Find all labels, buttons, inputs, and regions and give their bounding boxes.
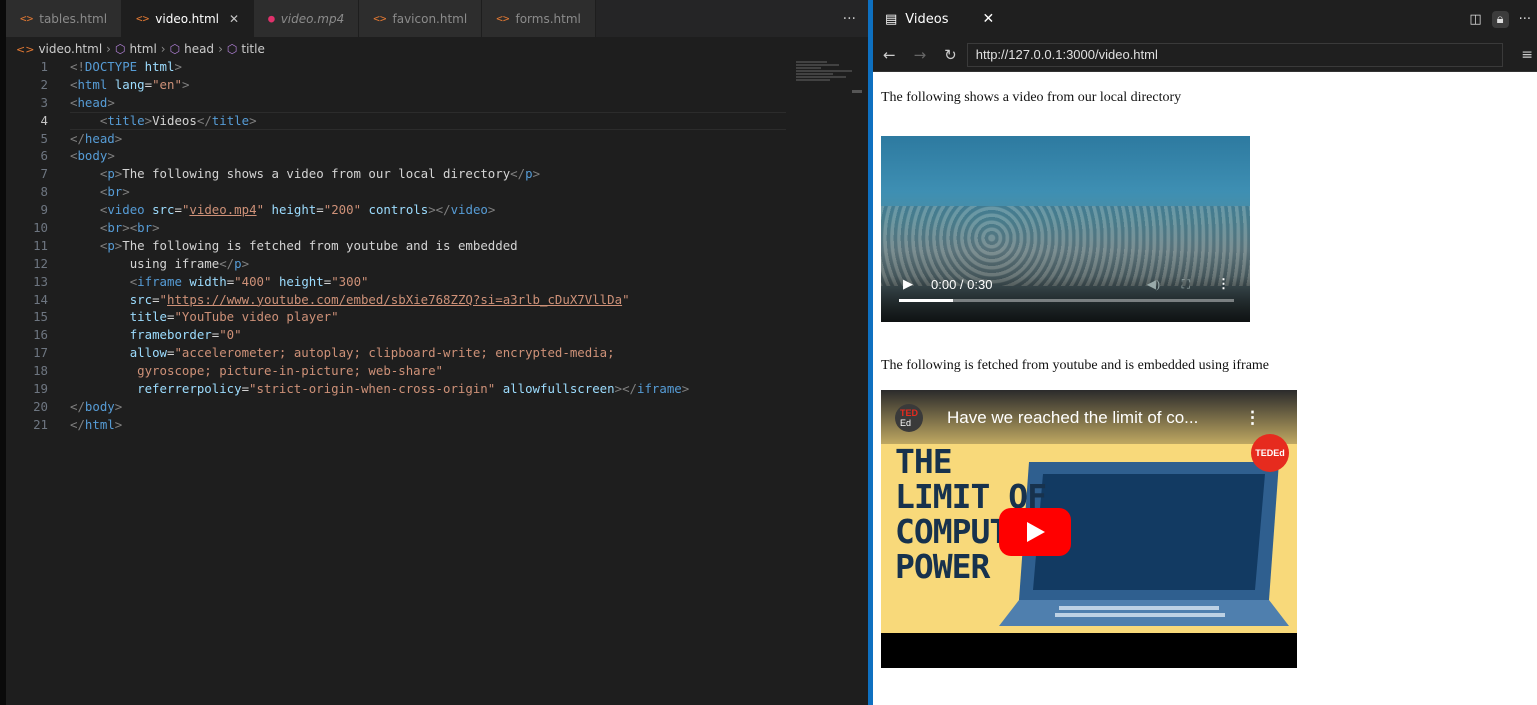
code-line: 13 <iframe width="400" height="300"	[33, 273, 369, 289]
more-options-icon[interactable]: ⋮	[1217, 276, 1230, 292]
video-frame	[881, 206, 1250, 286]
code-line: 18 gyroscope; picture-in-picture; web-sh…	[33, 363, 443, 379]
volume-icon[interactable]: ◀)	[1147, 277, 1160, 292]
breadcrumb-item[interactable]: title	[241, 42, 264, 56]
more-icon[interactable]: ···	[1519, 12, 1531, 27]
code-line: 10 <br><br>	[33, 220, 160, 236]
code-line: 20 </body>	[33, 398, 123, 414]
thumbnail-line: THE	[895, 442, 953, 481]
avatar-ted-text: TED	[900, 408, 918, 418]
tab-video-mp4[interactable]: ● video.mp4	[254, 0, 360, 37]
youtube-embed[interactable]: THE LIMIT OF COMPUTE POWER TED Ed Have we…	[881, 390, 1297, 668]
chevron-right-icon: ›	[106, 42, 111, 56]
element-icon: ⬡	[169, 42, 181, 56]
channel-avatar[interactable]: TED Ed	[895, 404, 923, 432]
code-line: 3 <head>	[40, 94, 115, 110]
chevron-right-icon: ›	[160, 42, 166, 56]
paragraph-youtube: The following is fetched from youtube an…	[881, 358, 1270, 373]
breadcrumb-item[interactable]: video.html	[38, 42, 102, 56]
tab-label: favicon.html	[392, 11, 468, 26]
channel-badge: TEDEd	[1251, 434, 1289, 472]
code-line: 21 </html>	[33, 416, 123, 432]
paragraph-local-video: The following shows a video from our loc…	[881, 90, 1182, 105]
code-line: 6 <body>	[40, 148, 115, 164]
breadcrumb-item[interactable]: html	[129, 42, 156, 56]
close-icon[interactable]: ✕	[983, 11, 995, 27]
youtube-video-title[interactable]: Have we reached the limit of co...	[947, 408, 1198, 428]
code-line: 12 using iframe</p>	[33, 255, 250, 271]
code-line: 15 title="YouTube video player"	[33, 309, 339, 325]
code-line: 11 <p>The following is fetched from yout…	[33, 237, 518, 253]
split-view-icon[interactable]: ◫	[1469, 12, 1481, 27]
reload-icon[interactable]: ↻	[944, 46, 957, 64]
page-content: The following shows a video from our loc…	[873, 72, 1537, 705]
element-icon: ⬡	[114, 42, 126, 56]
tab-video-html[interactable]: <> video.html ✕	[122, 0, 255, 37]
html-file-icon: <>	[496, 12, 510, 25]
tab-favicon-html[interactable]: <> favicon.html	[359, 0, 483, 37]
more-actions-button[interactable]: ···	[831, 0, 868, 37]
back-icon[interactable]: ←	[883, 46, 896, 64]
code-line: 8 <br>	[40, 184, 130, 200]
code-line: 7 <p>The following shows a video from ou…	[40, 166, 541, 182]
menu-icon[interactable]: ≡	[1521, 47, 1537, 63]
browser-nav-bar: ← → ↻ http://127.0.0.1:3000/video.html ≡	[873, 38, 1537, 72]
local-video-player[interactable]: ▶ 0:00 / 0:30 ◀) ⛶ ⋮	[881, 136, 1250, 322]
code-line: 1 <!DOCTYPE html>	[40, 59, 182, 74]
html-file-icon: <>	[373, 12, 387, 25]
browser-tab[interactable]: ▤ Videos ✕	[873, 0, 1007, 38]
browser-preview: ▤ Videos ✕ ◫ 🔒︎ ··· ← → ↻ http://127.0.0…	[873, 0, 1537, 705]
tab-tables-html[interactable]: <> tables.html	[6, 0, 123, 37]
browser-tab-title: Videos	[905, 11, 949, 27]
element-icon: ⬡	[226, 42, 238, 56]
video-time: 0:00 / 0:30	[931, 277, 993, 292]
code-editor[interactable]: <> tables.html <> video.html ✕ ● video.mp4 <…	[0, 0, 868, 705]
minimap[interactable]	[796, 60, 858, 90]
video-progress-fill	[899, 299, 953, 302]
avatar-ed-text: Ed	[900, 418, 912, 428]
more-options-icon[interactable]: ⋮	[1244, 408, 1261, 428]
scrollbar[interactable]	[852, 90, 862, 93]
code-line: 17 allow="accelerometer; autoplay; clipb…	[33, 345, 615, 361]
code-line: 19 referrerpolicy="strict-origin-when-cr…	[33, 381, 690, 397]
browser-tab-bar: ▤ Videos ✕ ◫ 🔒︎ ···	[873, 0, 1537, 38]
close-icon[interactable]: ✕	[229, 12, 239, 26]
tab-label: forms.html	[515, 11, 581, 26]
lock-icon[interactable]: 🔒︎	[1491, 10, 1509, 28]
code-line: 9 <video src="video.mp4" height="200" co…	[40, 202, 496, 218]
html-file-icon: <>	[136, 12, 150, 25]
url-field[interactable]: http://127.0.0.1:3000/video.html	[966, 42, 1504, 67]
forward-icon[interactable]: →	[914, 46, 927, 64]
code-line: 16 frameborder="0"	[33, 327, 242, 343]
code-line-current: 4 <title>Videos</title>	[6, 111, 786, 130]
page-icon: ▤	[885, 11, 898, 27]
video-file-icon: ●	[268, 12, 275, 25]
code-line: 2 <html lang="en">	[40, 76, 190, 92]
play-icon[interactable]: ▶	[903, 276, 913, 292]
tab-label: video.mp4	[280, 11, 345, 26]
tab-label: video.html	[155, 11, 220, 26]
fullscreen-icon[interactable]: ⛶	[1182, 277, 1190, 292]
html-file-icon: <>	[16, 42, 35, 56]
editor-tab-bar: <> tables.html <> video.html ✕ ● video.mp4 <…	[6, 0, 868, 38]
tab-label: tables.html	[39, 11, 108, 26]
code-line: 14 src="https://www.youtube.com/embed/sb…	[33, 291, 630, 307]
html-file-icon: <>	[20, 12, 34, 25]
tab-forms-html[interactable]: <> forms.html	[482, 0, 596, 37]
code-area[interactable]: 1 <!DOCTYPE html> 2 <html lang="en"> 3 <hea…	[6, 58, 786, 434]
video-progress-bar[interactable]	[899, 299, 1234, 302]
breadcrumb-item[interactable]: head	[184, 42, 214, 56]
code-line: 5 </head>	[40, 130, 123, 146]
browser-actions: ◫ 🔒︎ ···	[1469, 10, 1537, 28]
youtube-play-button[interactable]	[999, 508, 1071, 556]
breadcrumb: <> video.html › ⬡ html › ⬡ head › ⬡ titl…	[6, 38, 868, 60]
chevron-right-icon: ›	[218, 42, 223, 56]
